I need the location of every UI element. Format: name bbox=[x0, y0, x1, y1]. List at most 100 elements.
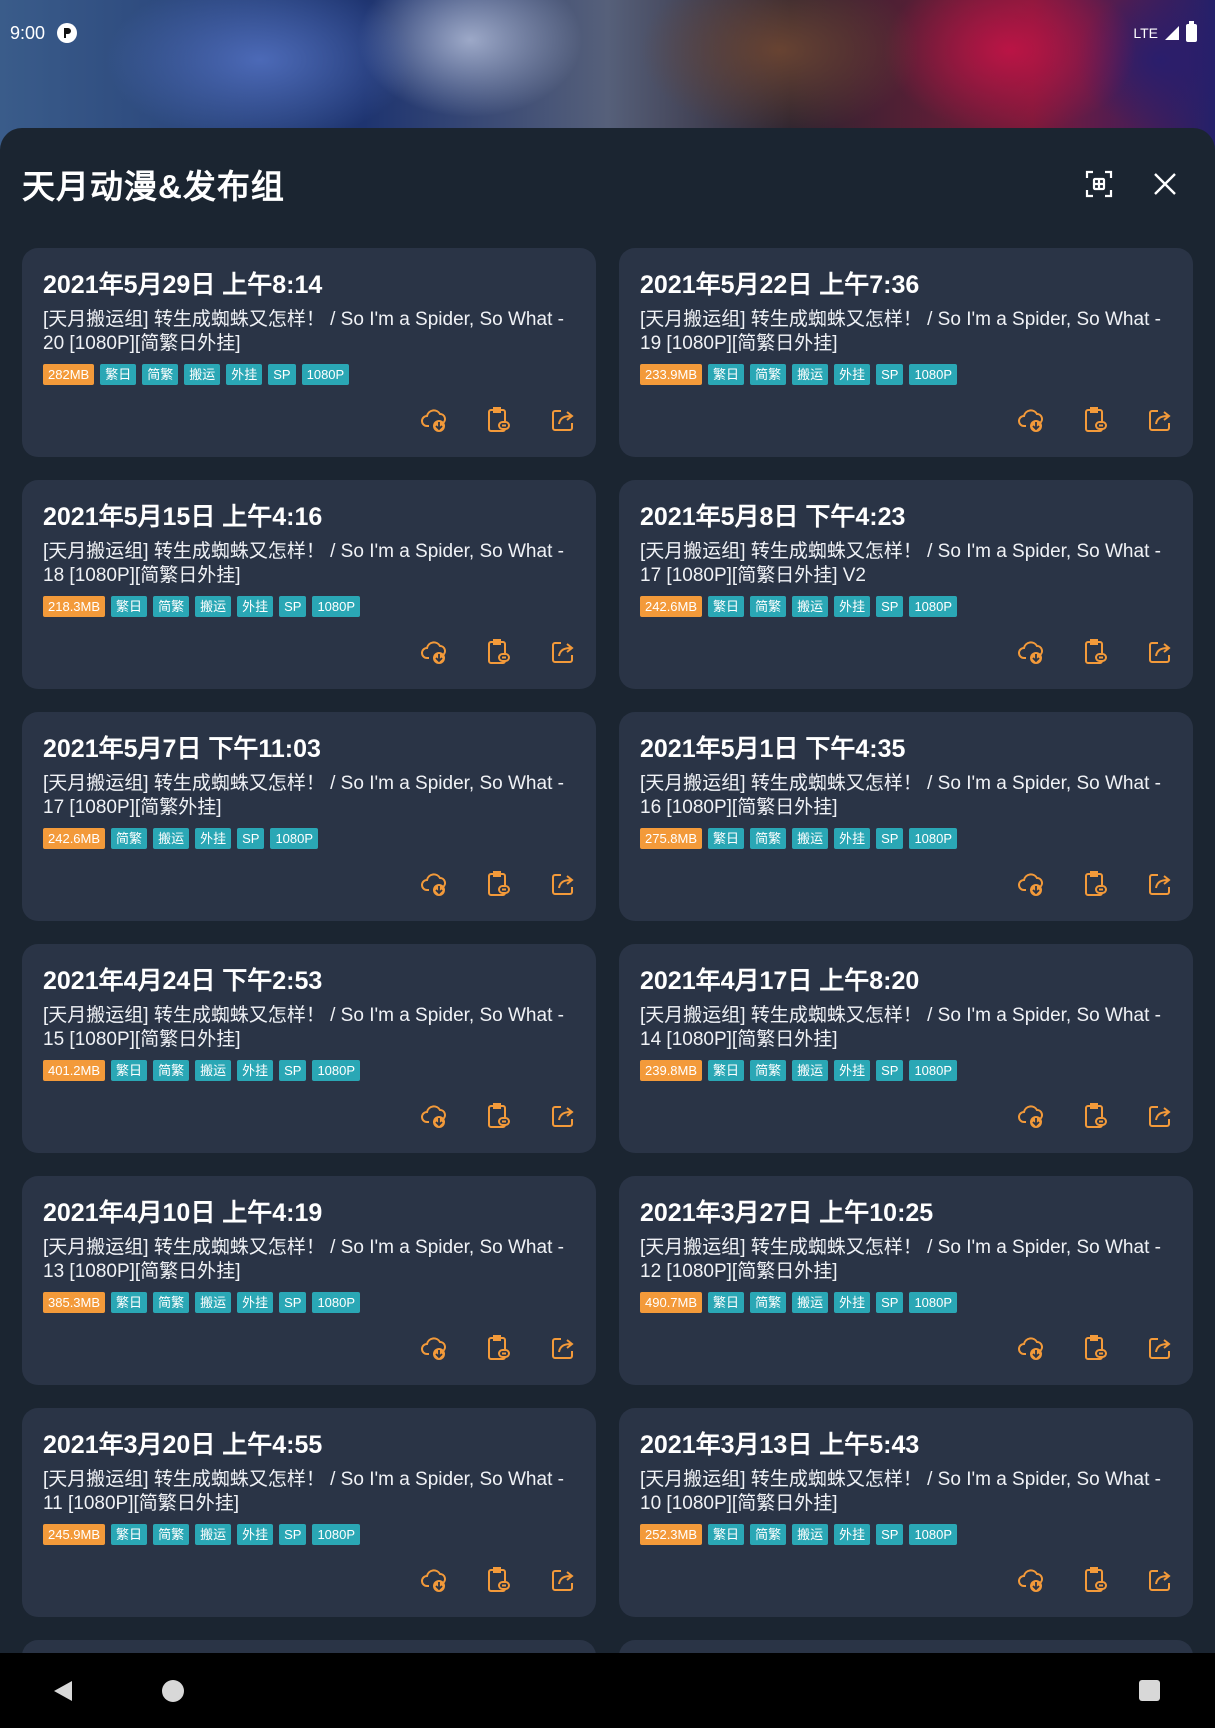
share-button[interactable] bbox=[1145, 871, 1175, 901]
share-icon bbox=[550, 407, 576, 438]
tag-badge: 简繁 bbox=[750, 596, 787, 617]
release-card[interactable]: 2021年5月15日 上午4:16 [天月搬运组] 转生成蜘蛛又怎样！ / So … bbox=[22, 480, 596, 689]
tag-badge: 1080P bbox=[312, 1292, 361, 1313]
tag-badge: 搬运 bbox=[195, 596, 232, 617]
share-button[interactable] bbox=[1145, 407, 1175, 437]
clipboard-link-icon bbox=[1083, 638, 1109, 671]
cloud-download-icon bbox=[421, 1334, 449, 1367]
copy-link-button[interactable] bbox=[1081, 870, 1111, 901]
share-icon bbox=[1147, 1335, 1173, 1366]
tag-list: 385.3MB 繁日 简繁 搬运 外挂 SP 1080P bbox=[43, 1292, 575, 1313]
release-date: 2021年4月24日 下午2:53 bbox=[43, 967, 323, 995]
copy-link-button[interactable] bbox=[484, 1334, 514, 1365]
share-icon bbox=[550, 1567, 576, 1598]
release-card[interactable]: 2021年4月24日 下午2:53 [天月搬运组] 转生成蜘蛛又怎样！ / So … bbox=[22, 944, 596, 1153]
release-card[interactable]: 2021年4月10日 上午4:19 [天月搬运组] 转生成蜘蛛又怎样！ / So … bbox=[22, 1176, 596, 1385]
share-button[interactable] bbox=[548, 1103, 578, 1133]
release-card[interactable]: 2021年4月17日 上午8:20 [天月搬运组] 转生成蜘蛛又怎样！ / So … bbox=[619, 944, 1193, 1153]
file-size-badge: 401.2MB bbox=[43, 1060, 106, 1081]
file-size-badge: 490.7MB bbox=[640, 1292, 703, 1313]
share-button[interactable] bbox=[1145, 1567, 1175, 1597]
download-button[interactable] bbox=[1017, 407, 1047, 437]
share-button[interactable] bbox=[1145, 639, 1175, 669]
tag-badge: 繁日 bbox=[708, 596, 745, 617]
file-size-badge: 245.9MB bbox=[43, 1524, 106, 1545]
tag-badge: 搬运 bbox=[792, 828, 829, 849]
download-button[interactable] bbox=[420, 639, 450, 669]
download-button[interactable] bbox=[1017, 1335, 1047, 1365]
signal-icon bbox=[1165, 26, 1179, 40]
copy-link-button[interactable] bbox=[484, 638, 514, 669]
copy-link-button[interactable] bbox=[1081, 1566, 1111, 1597]
copy-link-button[interactable] bbox=[484, 406, 514, 437]
download-button[interactable] bbox=[1017, 1567, 1047, 1597]
home-button[interactable] bbox=[162, 1680, 184, 1702]
tag-badge: 外挂 bbox=[834, 596, 871, 617]
copy-link-button[interactable] bbox=[484, 1566, 514, 1599]
tag-badge: 外挂 bbox=[834, 1524, 871, 1545]
download-button[interactable] bbox=[1017, 871, 1047, 901]
cloud-download-icon bbox=[1018, 406, 1046, 439]
status-time: 9:00 bbox=[10, 22, 46, 43]
release-card[interactable]: 2021年3月13日 上午5:43 [天月搬运组] 转生成蜘蛛又怎样！ / So … bbox=[619, 1408, 1193, 1617]
tag-badge: 搬运 bbox=[184, 364, 221, 385]
share-button[interactable] bbox=[1145, 1103, 1175, 1133]
tag-badge: 繁日 bbox=[111, 596, 148, 617]
tag-badge: 搬运 bbox=[792, 596, 829, 617]
download-button[interactable] bbox=[420, 1335, 450, 1365]
share-button[interactable] bbox=[548, 639, 578, 669]
copy-link-button[interactable] bbox=[484, 870, 514, 901]
copy-link-button[interactable] bbox=[1081, 638, 1111, 671]
share-button[interactable] bbox=[548, 1335, 578, 1365]
release-date: 2021年5月8日 下午4:23 bbox=[640, 503, 906, 531]
tag-badge: 繁日 bbox=[111, 1524, 148, 1545]
download-button[interactable] bbox=[420, 407, 450, 437]
tag-list: 239.8MB 繁日 简繁 搬运 外挂 SP 1080P bbox=[640, 1060, 1172, 1081]
download-button[interactable] bbox=[420, 1567, 450, 1597]
tag-badge: 简繁 bbox=[750, 1524, 787, 1545]
share-button[interactable] bbox=[548, 871, 578, 901]
release-card[interactable]: 2021年5月29日 上午8:14 [天月搬运组] 转生成蜘蛛又怎样！ / So … bbox=[22, 248, 596, 457]
share-button[interactable] bbox=[548, 407, 578, 437]
release-card[interactable]: 2021年5月1日 下午4:35 [天月搬运组] 转生成蜘蛛又怎样！ / So I… bbox=[619, 712, 1193, 921]
recents-button[interactable] bbox=[1139, 1680, 1160, 1701]
copy-link-button[interactable] bbox=[484, 1102, 514, 1133]
download-button[interactable] bbox=[1017, 1103, 1047, 1133]
release-date: 2021年5月29日 上午8:14 bbox=[43, 271, 323, 299]
share-button[interactable] bbox=[1145, 1335, 1175, 1365]
tag-badge: 简繁 bbox=[750, 828, 787, 849]
copy-link-button[interactable] bbox=[1081, 1102, 1111, 1133]
release-date: 2021年5月7日 下午11:03 bbox=[43, 735, 321, 763]
release-card-partial[interactable] bbox=[619, 1640, 1193, 1653]
tag-badge: SP bbox=[279, 1292, 307, 1313]
card-actions bbox=[1017, 638, 1175, 671]
tag-badge: 繁日 bbox=[111, 1060, 148, 1081]
tag-badge: 1080P bbox=[312, 596, 361, 617]
tag-badge: 搬运 bbox=[195, 1524, 232, 1545]
release-card[interactable]: 2021年5月8日 下午4:23 [天月搬运组] 转生成蜘蛛又怎样！ / So I… bbox=[619, 480, 1193, 689]
release-card[interactable]: 2021年5月22日 上午7:36 [天月搬运组] 转生成蜘蛛又怎样！ / So … bbox=[619, 248, 1193, 457]
clipboard-link-icon bbox=[486, 1566, 512, 1599]
release-date: 2021年3月13日 上午5:43 bbox=[640, 1431, 920, 1459]
tag-badge: 简繁 bbox=[153, 1292, 190, 1313]
download-button[interactable] bbox=[420, 871, 450, 901]
share-icon bbox=[1147, 1567, 1173, 1598]
back-icon[interactable] bbox=[52, 1679, 74, 1703]
file-size-badge: 385.3MB bbox=[43, 1292, 106, 1313]
copy-link-button[interactable] bbox=[1081, 406, 1111, 437]
release-card[interactable]: 2021年3月20日 上午4:55 [天月搬运组] 转生成蜘蛛又怎样！ / So … bbox=[22, 1408, 596, 1617]
scan-button[interactable] bbox=[1081, 166, 1117, 202]
close-button[interactable] bbox=[1147, 166, 1183, 202]
release-card[interactable]: 2021年3月27日 上午10:25 [天月搬运组] 转生成蜘蛛又怎样！ / So… bbox=[619, 1176, 1193, 1385]
download-button[interactable] bbox=[1017, 639, 1047, 669]
release-title: [天月搬运组] 转生成蜘蛛又怎样！ / So I'm a Spider, So … bbox=[43, 1237, 564, 1282]
release-card-partial[interactable] bbox=[22, 1640, 596, 1653]
tag-badge: 1080P bbox=[312, 1524, 361, 1545]
release-card[interactable]: 2021年5月7日 下午11:03 [天月搬运组] 转生成蜘蛛又怎样！ / So … bbox=[22, 712, 596, 921]
tag-badge: 1080P bbox=[270, 828, 319, 849]
download-button[interactable] bbox=[420, 1103, 450, 1133]
copy-link-button[interactable] bbox=[1081, 1334, 1111, 1365]
tag-badge: 1080P bbox=[312, 1060, 361, 1081]
release-title: [天月搬运组] 转生成蜘蛛又怎样！ / So I'm a Spider, So … bbox=[640, 1469, 1161, 1514]
share-button[interactable] bbox=[548, 1567, 578, 1597]
